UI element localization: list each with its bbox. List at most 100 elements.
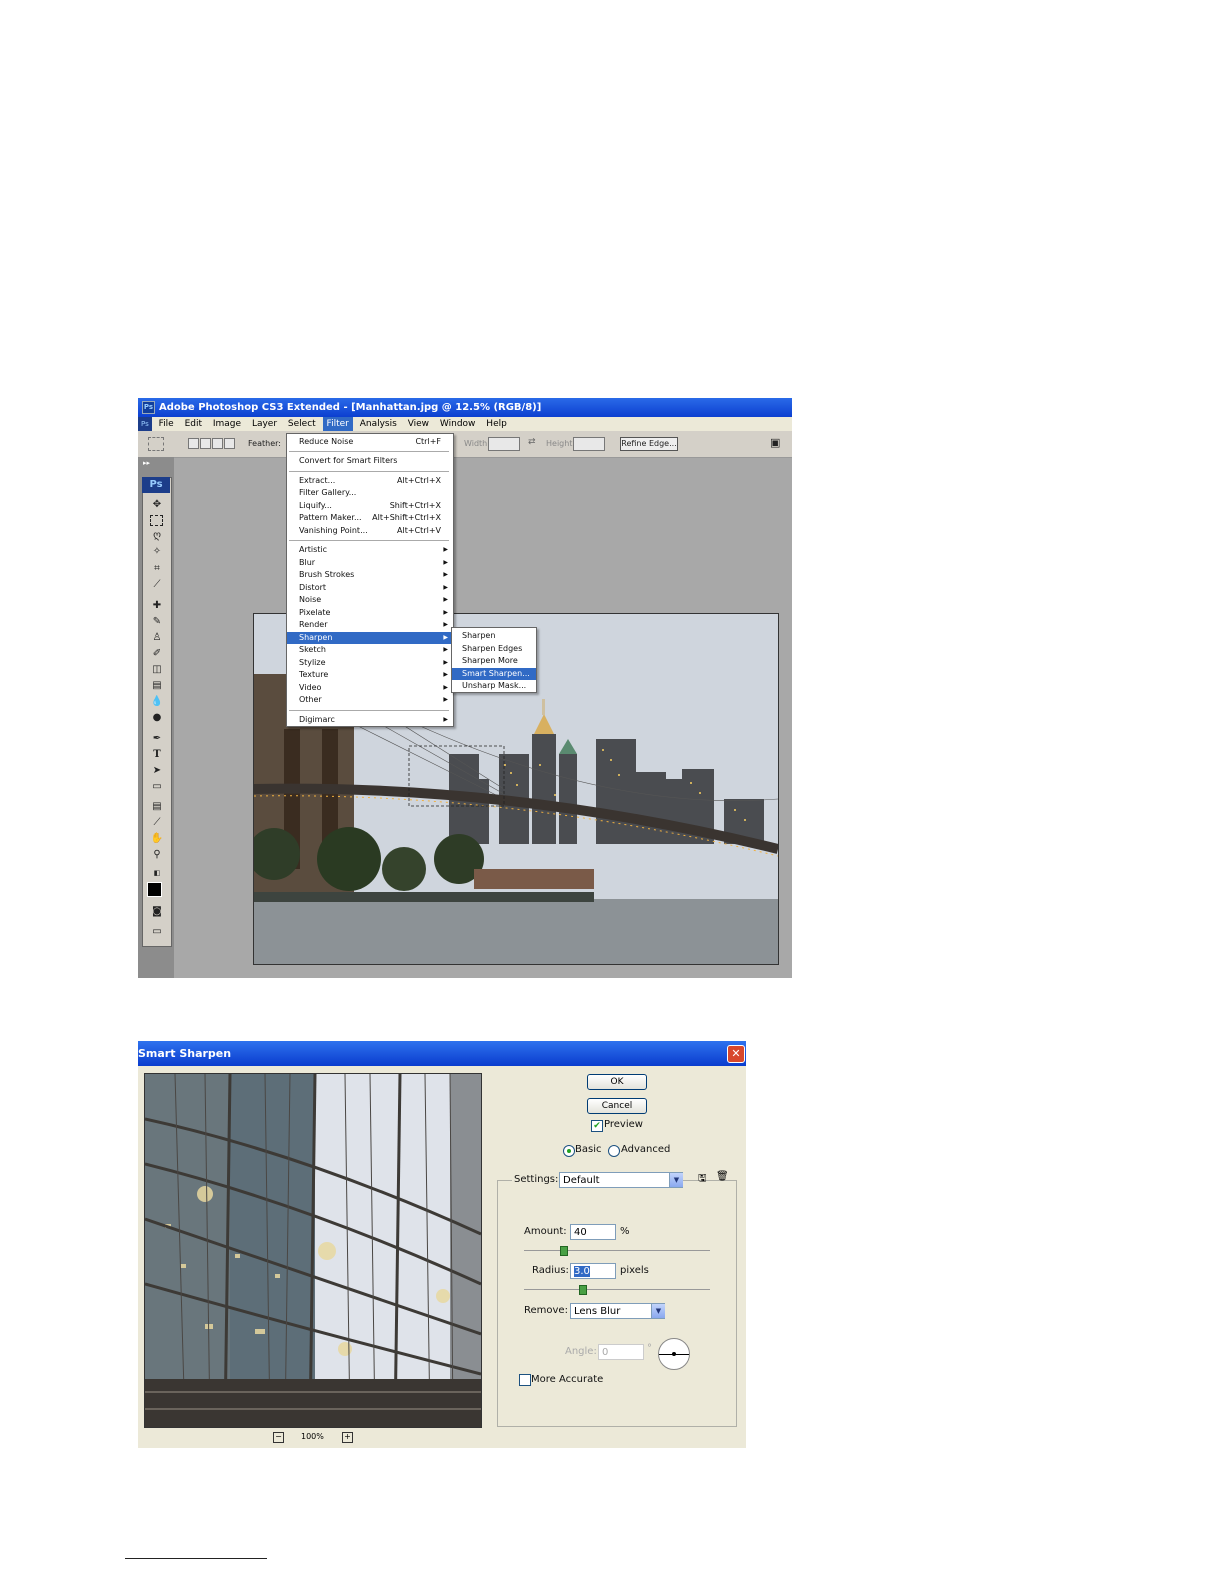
shape-tool-icon[interactable]: ▭ [150, 781, 164, 793]
zoom-in-button[interactable]: + [342, 1432, 353, 1443]
filter-menu-item-filter-gallery[interactable]: Filter Gallery... [287, 487, 453, 499]
sharpen-submenu-item-sharpen-edges[interactable]: Sharpen Edges [452, 643, 536, 655]
filter-menu-item-pixelate[interactable]: Pixelate ▶ [287, 607, 453, 619]
angle-input[interactable]: 0 [598, 1344, 644, 1360]
brush-tool-icon[interactable]: ✎ [150, 616, 164, 628]
zoom-tool-icon[interactable]: ⚲ [150, 849, 164, 861]
filter-menu-item-brush-strokes[interactable]: Brush Strokes ▶ [287, 569, 453, 581]
delete-settings-icon[interactable]: 🗑 [716, 1171, 729, 1182]
filter-menu-item-liquify[interactable]: Liquify... Shift+Ctrl+X [287, 500, 453, 512]
blur-tool-icon[interactable]: 💧 [150, 696, 164, 708]
basic-radio[interactable] [563, 1145, 575, 1157]
height-input[interactable] [573, 437, 605, 451]
menu-image[interactable]: Image [209, 417, 245, 431]
radius-slider-thumb[interactable] [579, 1285, 587, 1295]
swap-icon[interactable]: ⇄ [528, 437, 536, 447]
filter-menu-item-distort[interactable]: Distort ▶ [287, 582, 453, 594]
slice-tool-icon[interactable]: ⟋ [150, 579, 164, 591]
dodge-tool-icon[interactable]: ● [150, 712, 164, 724]
settings-dropdown-arrow-icon[interactable]: ▼ [669, 1173, 683, 1187]
add-selection-icon[interactable] [200, 438, 211, 449]
filter-menu-item-artistic[interactable]: Artistic ▶ [287, 544, 453, 556]
amount-slider[interactable] [524, 1250, 710, 1252]
screen-mode-icon[interactable]: ▭ [150, 926, 164, 938]
filter-menu-item-blur[interactable]: Blur ▶ [287, 557, 453, 569]
eyedropper-tool-icon[interactable]: ⟋ [150, 817, 164, 829]
default-colors-icon[interactable]: ◧ ↺ [150, 867, 164, 889]
refine-edge-button[interactable]: Refine Edge... [620, 437, 678, 451]
sharpen-submenu-item-sharpen-more[interactable]: Sharpen More [452, 655, 536, 667]
ps-logo[interactable]: Ps [142, 477, 170, 493]
menu-filter[interactable]: Filter [322, 417, 353, 431]
filter-menu-item-noise[interactable]: Noise ▶ [287, 594, 453, 606]
amount-input[interactable]: 40 [570, 1224, 616, 1240]
menu-item-label: Sharpen [299, 632, 333, 642]
settings-select[interactable]: Default [559, 1172, 683, 1188]
zoom-out-button[interactable]: − [273, 1432, 284, 1443]
palette-well-icon[interactable]: ▣ [770, 436, 780, 449]
move-tool-icon[interactable]: ✥ [150, 499, 164, 511]
filter-menu-item-convert-for-smart-filters[interactable]: Convert for Smart Filters [287, 455, 453, 467]
radius-slider[interactable] [524, 1289, 710, 1291]
menu-file[interactable]: File [155, 417, 178, 431]
lasso-tool-icon[interactable]: ღ [150, 530, 164, 542]
eraser-tool-icon[interactable]: ◫ [150, 664, 164, 676]
magic-wand-tool-icon[interactable]: ✧ [150, 546, 164, 558]
menu-edit[interactable]: Edit [181, 417, 206, 431]
sharpen-submenu-item-sharpen[interactable]: Sharpen [452, 630, 536, 642]
sharpen-submenu-item-unsharp-mask[interactable]: Unsharp Mask... [452, 680, 536, 692]
crop-tool-icon[interactable]: ⌗ [150, 563, 164, 575]
filter-menu-item-other[interactable]: Other ▶ [287, 694, 453, 706]
preview-image[interactable] [144, 1073, 482, 1428]
foreground-color-swatch[interactable] [147, 882, 162, 897]
new-selection-icon[interactable] [188, 438, 199, 449]
collapse-dock-icon[interactable]: ▸▸ [143, 459, 150, 467]
save-settings-icon[interactable]: 🖫 [698, 1171, 707, 1188]
filter-menu-item-vanishing-point[interactable]: Vanishing Point... Alt+Ctrl+V [287, 525, 453, 537]
marquee-tool-preset-icon[interactable] [148, 437, 164, 451]
pen-tool-icon[interactable]: ✒ [150, 733, 164, 745]
width-input[interactable] [488, 437, 520, 451]
filter-menu-item-pattern-maker[interactable]: Pattern Maker... Alt+Shift+Ctrl+X [287, 512, 453, 524]
filter-menu-item-extract[interactable]: Extract... Alt+Ctrl+X [287, 475, 453, 487]
filter-menu-item-reduce-noise[interactable]: Reduce Noise Ctrl+F [287, 436, 453, 448]
menu-select[interactable]: Select [284, 417, 320, 431]
filter-menu-item-sketch[interactable]: Sketch ▶ [287, 644, 453, 656]
close-icon[interactable]: ✕ [727, 1045, 745, 1063]
menu-help[interactable]: Help [482, 417, 511, 431]
menu-layer[interactable]: Layer [248, 417, 281, 431]
remove-dropdown-arrow-icon[interactable]: ▼ [651, 1304, 665, 1318]
angle-dial[interactable] [658, 1338, 690, 1370]
filter-menu-item-video[interactable]: Video ▶ [287, 682, 453, 694]
menu-analysis[interactable]: Analysis [356, 417, 401, 431]
healing-brush-tool-icon[interactable]: ✚ [150, 600, 164, 612]
filter-menu-item-sharpen[interactable]: Sharpen ▶ [287, 631, 453, 644]
advanced-radio[interactable] [608, 1145, 620, 1157]
quick-mask-icon[interactable]: ◙ [150, 906, 164, 918]
marquee-tool-icon[interactable] [150, 515, 163, 526]
history-brush-tool-icon[interactable]: ✐ [150, 648, 164, 660]
ok-button[interactable]: OK [587, 1074, 647, 1090]
subtract-selection-icon[interactable] [212, 438, 223, 449]
path-selection-tool-icon[interactable]: ➤ [150, 765, 164, 777]
intersect-selection-icon[interactable] [224, 438, 235, 449]
sharpen-submenu-item-smart-sharpen[interactable]: Smart Sharpen... [452, 667, 536, 680]
filter-menu-item-render[interactable]: Render ▶ [287, 619, 453, 631]
filter-menu-item-digimarc[interactable]: Digimarc ▶ [287, 714, 453, 726]
preview-checkbox[interactable]: ✔ [591, 1120, 603, 1132]
amount-slider-thumb[interactable] [560, 1246, 568, 1256]
more-accurate-checkbox[interactable] [519, 1374, 531, 1386]
filter-menu-item-texture[interactable]: Texture ▶ [287, 669, 453, 681]
menu-window[interactable]: Window [436, 417, 480, 431]
menu-item-label: Noise [299, 595, 322, 604]
menu-app-icon[interactable]: Ps [138, 417, 152, 431]
menu-view[interactable]: View [404, 417, 433, 431]
filter-menu-item-stylize[interactable]: Stylize ▶ [287, 657, 453, 669]
radius-input[interactable]: 3.0 [570, 1263, 616, 1279]
type-tool-icon[interactable]: T [150, 749, 164, 761]
notes-tool-icon[interactable]: ▤ [150, 801, 164, 813]
gradient-tool-icon[interactable]: ▤ [150, 680, 164, 692]
hand-tool-icon[interactable]: ✋ [150, 833, 164, 845]
clone-stamp-tool-icon[interactable]: ♙ [150, 632, 164, 644]
cancel-button[interactable]: Cancel [587, 1098, 647, 1114]
